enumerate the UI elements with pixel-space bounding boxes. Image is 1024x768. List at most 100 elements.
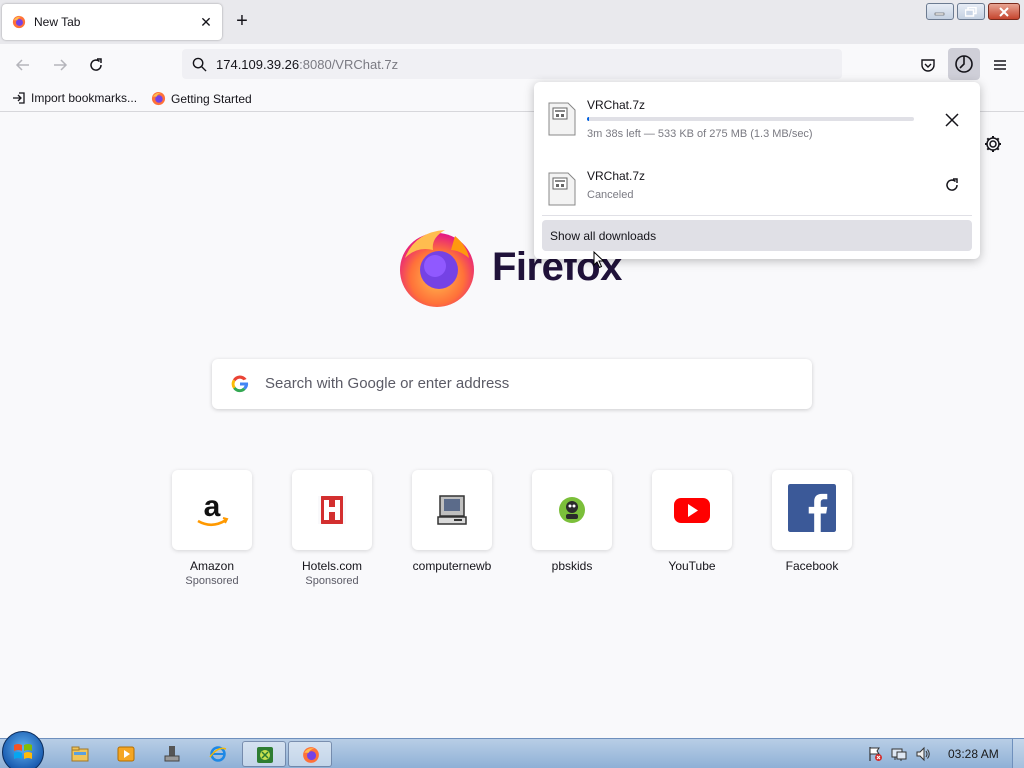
top-site-amazon[interactable]: a Amazon Sponsored bbox=[172, 470, 252, 587]
windows-logo-icon bbox=[14, 744, 32, 759]
firefox-logo bbox=[400, 230, 474, 307]
top-site-youtube[interactable]: YouTube bbox=[652, 470, 732, 573]
pbskids-icon bbox=[559, 497, 585, 523]
gear-icon[interactable] bbox=[983, 134, 1003, 154]
usb-icon bbox=[164, 746, 180, 762]
download-progress-icon bbox=[955, 55, 973, 73]
search-icon bbox=[192, 57, 207, 72]
retry-download-button[interactable] bbox=[940, 173, 964, 197]
tray-action-center[interactable] bbox=[866, 745, 884, 763]
reload-icon bbox=[90, 58, 102, 71]
download-status: 3m 38s left — 533 KB of 275 MB (1.3 MB/s… bbox=[587, 128, 813, 140]
firefox-icon bbox=[151, 91, 166, 106]
tile-name: computernewb bbox=[412, 559, 492, 573]
cancel-icon bbox=[945, 113, 959, 127]
mouse-cursor-icon bbox=[593, 251, 605, 269]
tile-icon-box: a bbox=[172, 470, 252, 550]
show-desktop-button[interactable] bbox=[1012, 739, 1024, 768]
downloads-panel: VRChat.7z 3m 38s left — 533 KB of 275 MB… bbox=[534, 82, 980, 259]
tile-icon-box bbox=[532, 470, 612, 550]
url-text[interactable]: 174.109.39.26:8080/VRChat.7z bbox=[216, 57, 398, 72]
taskbar-clock[interactable]: 03:28 AM bbox=[948, 747, 999, 761]
cancel-download-button[interactable] bbox=[940, 108, 964, 132]
top-site-computernewb[interactable]: computernewb bbox=[412, 470, 492, 573]
taskbar: 03:28 AM bbox=[0, 731, 1024, 768]
bookmark-getting-started[interactable]: Getting Started bbox=[151, 91, 252, 106]
svg-text:a: a bbox=[204, 490, 221, 523]
download-filename: VRChat.7z bbox=[587, 98, 646, 112]
speaker-icon bbox=[916, 746, 930, 762]
google-icon bbox=[231, 375, 249, 393]
taskbar-xbox[interactable] bbox=[242, 741, 286, 767]
computer-icon bbox=[437, 495, 467, 525]
url-path: :8080/VRChat.7z bbox=[299, 57, 399, 72]
download-progress-fill bbox=[587, 117, 589, 121]
show-all-downloads-button[interactable]: Show all downloads bbox=[542, 220, 972, 251]
forward-button[interactable] bbox=[48, 53, 72, 77]
hamburger-menu-icon bbox=[994, 60, 1006, 70]
forward-arrow-icon bbox=[54, 59, 68, 71]
title-bar: New Tab ✕ + bbox=[0, 0, 1024, 44]
tile-sponsored-label: Sponsored bbox=[305, 575, 359, 587]
tab-new-tab[interactable]: New Tab ✕ bbox=[2, 4, 222, 40]
firefox-icon bbox=[303, 747, 319, 763]
downloads-button[interactable] bbox=[948, 48, 980, 80]
flag-warning-icon bbox=[869, 747, 882, 761]
panel-separator bbox=[542, 215, 972, 216]
taskbar-explorer[interactable] bbox=[58, 741, 102, 767]
top-site-pbskids[interactable]: pbskids bbox=[532, 470, 612, 573]
back-button[interactable] bbox=[11, 53, 35, 77]
minimize-icon bbox=[934, 12, 945, 15]
back-arrow-icon bbox=[15, 59, 29, 71]
taskbar-firefox[interactable] bbox=[288, 741, 332, 767]
restore-icon bbox=[965, 6, 977, 17]
tile-name: pbskids bbox=[551, 559, 593, 573]
amazon-icon: a bbox=[197, 490, 229, 527]
download-item[interactable]: VRChat.7z 3m 38s left — 533 KB of 275 MB… bbox=[534, 94, 980, 156]
tile-name: Facebook bbox=[785, 559, 839, 573]
download-filename: VRChat.7z bbox=[587, 169, 646, 183]
tile-name: Amazon bbox=[189, 559, 235, 573]
import-icon bbox=[13, 92, 25, 104]
explorer-icon bbox=[71, 746, 89, 762]
search-input[interactable]: Search with Google or enter address bbox=[212, 359, 812, 409]
taskbar-ie[interactable] bbox=[196, 741, 240, 767]
pocket-button[interactable] bbox=[916, 53, 940, 77]
start-button[interactable] bbox=[2, 731, 44, 768]
bookmark-import[interactable]: Import bookmarks... bbox=[12, 91, 137, 105]
retry-icon bbox=[946, 178, 958, 191]
taskbar-media-player[interactable] bbox=[104, 741, 148, 767]
tile-icon-box bbox=[292, 470, 372, 550]
navigation-toolbar: 174.109.39.26:8080/VRChat.7z bbox=[0, 44, 1024, 86]
tile-icon-box bbox=[652, 470, 732, 550]
show-all-downloads-label: Show all downloads bbox=[550, 229, 657, 243]
top-site-facebook[interactable]: Facebook bbox=[772, 470, 852, 573]
youtube-icon bbox=[674, 498, 710, 523]
new-tab-button[interactable]: + bbox=[232, 11, 252, 32]
tray-volume[interactable] bbox=[914, 745, 932, 763]
address-bar[interactable]: 174.109.39.26:8080/VRChat.7z bbox=[182, 49, 842, 79]
taskbar-usb[interactable] bbox=[150, 741, 194, 767]
archive-file-icon bbox=[548, 172, 576, 206]
top-site-hotels[interactable]: Hotels.com Sponsored bbox=[292, 470, 372, 587]
firefox-icon bbox=[12, 15, 26, 29]
close-window-button[interactable] bbox=[988, 3, 1020, 20]
bookmark-label: Getting Started bbox=[171, 91, 252, 106]
reload-button[interactable] bbox=[84, 53, 108, 77]
tile-sponsored-label: Sponsored bbox=[185, 575, 239, 587]
download-progress-bar bbox=[587, 117, 914, 121]
tab-close-button[interactable]: ✕ bbox=[198, 14, 214, 30]
media-player-icon bbox=[117, 746, 135, 762]
archive-file-icon bbox=[548, 102, 576, 136]
tile-name: Hotels.com bbox=[301, 559, 363, 573]
restore-button[interactable] bbox=[957, 3, 985, 20]
tile-name: YouTube bbox=[668, 559, 716, 573]
bookmark-label: Import bookmarks... bbox=[31, 91, 138, 105]
download-item[interactable]: VRChat.7z Canceled bbox=[534, 164, 980, 226]
ie-icon bbox=[209, 746, 227, 762]
menu-button[interactable] bbox=[988, 53, 1012, 77]
minimize-button[interactable] bbox=[926, 3, 954, 20]
tray-network[interactable] bbox=[890, 745, 908, 763]
url-host: 174.109.39.26 bbox=[216, 57, 300, 72]
close-icon bbox=[999, 6, 1009, 17]
